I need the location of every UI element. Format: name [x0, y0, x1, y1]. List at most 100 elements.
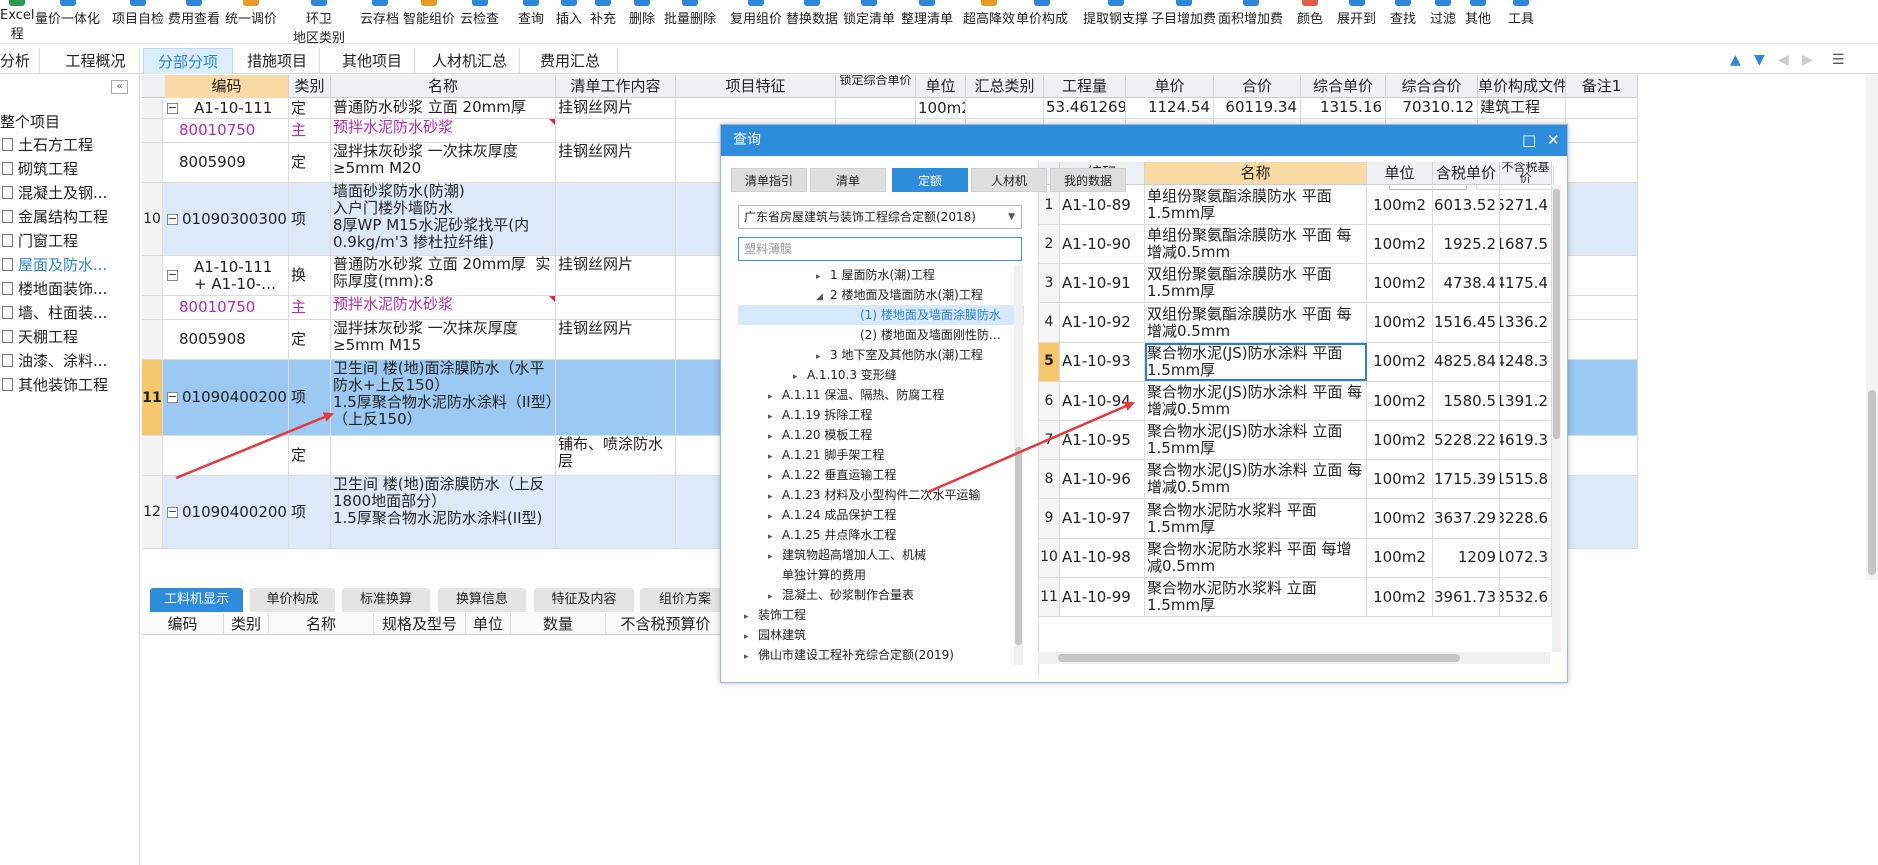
- tree-item-6[interactable]: 楼地面装饰...: [2, 278, 107, 299]
- quota-row[interactable]: 9 A1-10-97 聚合物水泥防水浆料 平面 1.5mm厚 100m2 3637.29…: [1039, 499, 1553, 539]
- grid-header-7[interactable]: 汇总类别: [966, 75, 1044, 98]
- quota-cell-unit[interactable]: 100m2: [1367, 578, 1433, 616]
- grid-header-14[interactable]: 备注1: [1566, 75, 1638, 98]
- quota-cell-name[interactable]: 单组份聚氨酯涂膜防水 平面 每增减0.5mm: [1145, 225, 1367, 264]
- quota-cell-name[interactable]: 单组份聚氨酯涂膜防水 平面 1.5mm厚: [1145, 186, 1367, 224]
- main-vertical-scrollbar[interactable]: [1866, 75, 1878, 580]
- expand-arrow-icon[interactable]: ▸: [816, 267, 830, 287]
- grid-header-5[interactable]: 锁定综合单价: [836, 75, 916, 98]
- quota-tree-item[interactable]: ◢ 2 楼地面及墙面防水(潮)工程: [816, 285, 983, 305]
- quota-row[interactable]: 10 A1-10-98 聚合物水泥防水浆料 平面 每增减0.5mm 100m2 1209…: [1039, 538, 1553, 578]
- quota-grid-hscrollbar[interactable]: [1038, 652, 1550, 664]
- grid-cell-type[interactable]: 定: [289, 320, 331, 359]
- quota-tree-item[interactable]: (2) 楼地面及墙面刚性防…: [846, 325, 1001, 345]
- grid-cell-code[interactable]: 8005909: [165, 143, 289, 182]
- tab-3[interactable]: 措施项目: [235, 48, 320, 74]
- quota-cell-unit[interactable]: 100m2: [1367, 303, 1433, 342]
- quota-cell-code[interactable]: A1-10-92: [1060, 303, 1145, 342]
- toolbar-other-button[interactable]: 其他: [1465, 0, 1491, 44]
- quota-cell-unit[interactable]: 100m2: [1367, 421, 1433, 460]
- expand-arrow-icon[interactable]: ▸: [768, 467, 782, 487]
- arrow-right-icon[interactable]: ▶: [1802, 52, 1813, 68]
- quota-cell-unit[interactable]: 100m2: [1367, 382, 1433, 420]
- bottom-header-2[interactable]: 名称: [269, 613, 374, 635]
- quota-tree-item[interactable]: ▸ 1 屋面防水(潮)工程: [816, 265, 935, 285]
- tree-item-5[interactable]: 屋面及防水...: [2, 254, 107, 275]
- quota-cell-tax[interactable]: 3961.73: [1433, 578, 1500, 616]
- quota-tree-item[interactable]: ▸ 装饰工程: [744, 605, 806, 625]
- grid-cell-type[interactable]: 定: [289, 436, 331, 475]
- grid-cell-code[interactable]: −010904002002: [165, 476, 289, 548]
- grid-header-13[interactable]: 单价构成文件: [1478, 75, 1566, 98]
- toolbar-supplement-button[interactable]: 补充: [590, 0, 616, 44]
- grid-cell-blank[interactable]: [966, 99, 1044, 118]
- bottom-header-4[interactable]: 单位: [466, 613, 511, 635]
- quota-tree-item[interactable]: ▸ A.1.10.3 变形缝: [793, 365, 897, 385]
- quota-cell-notax[interactable]: 4619.3: [1500, 421, 1552, 460]
- quota-cell-unit[interactable]: 100m2: [1367, 264, 1433, 303]
- grid-cell-name[interactable]: 湿拌抹灰砂浆 一次抹灰厚度≥5mm M15: [331, 320, 556, 359]
- grid-cell-blank[interactable]: [836, 99, 916, 118]
- quota-cell-unit[interactable]: 100m2: [1367, 225, 1433, 264]
- quota-cell-code[interactable]: A1-10-91: [1060, 264, 1145, 303]
- toolbar-price-integration-button[interactable]: 量价一体化: [35, 0, 100, 44]
- quota-cell-notax[interactable]: 1687.5: [1500, 225, 1552, 264]
- grid-cell-work[interactable]: [556, 476, 676, 548]
- grid-header-1[interactable]: 类别: [289, 75, 331, 98]
- quota-cell-tax[interactable]: 1209: [1433, 538, 1500, 577]
- dialog-tab-2[interactable]: 定额: [892, 168, 968, 192]
- quota-tree-item[interactable]: ▸ A.1.23 材料及小型构件二次水平运输: [768, 485, 980, 505]
- grid-header-10[interactable]: 合价: [1214, 75, 1301, 98]
- quota-cell-tax[interactable]: 1580.5: [1433, 382, 1500, 420]
- toolbar-adjust-price-button[interactable]: 统一调价: [225, 0, 277, 44]
- grid-cell-code[interactable]: − A1-10-111: [165, 99, 289, 118]
- quota-cell-unit[interactable]: 100m2: [1367, 186, 1433, 224]
- grid-cell-type[interactable]: 定: [289, 99, 331, 118]
- quota-tree-item[interactable]: ▸ 建筑物超高增加人工、机械: [768, 545, 926, 565]
- toolbar-steel-support-button[interactable]: 提取钢支撑: [1083, 0, 1148, 44]
- grid-cell-type[interactable]: 定: [289, 143, 331, 182]
- expand-arrow-icon[interactable]: ▸: [816, 347, 830, 367]
- quota-cell-code[interactable]: A1-10-96: [1060, 460, 1145, 499]
- tree-item-3[interactable]: 金属结构工程: [2, 206, 108, 227]
- quota-tree-item[interactable]: ▸ 佛山市建设工程补充综合定额(2019): [744, 645, 954, 665]
- tree-item-4[interactable]: 门窗工程: [2, 230, 78, 251]
- quota-tree-item[interactable]: ▸ 混凝土、砂浆制作合量表: [768, 585, 914, 605]
- expand-arrow-icon[interactable]: ▸: [768, 487, 782, 507]
- bottom-header-1[interactable]: 类别: [224, 613, 269, 635]
- grid-header-4[interactable]: 项目特征: [676, 75, 836, 98]
- quota-cell-notax[interactable]: 1515.8: [1500, 460, 1552, 499]
- grid-cell-name[interactable]: 预拌水泥防水砂浆: [331, 296, 556, 319]
- grid-cell-code[interactable]: 8005908: [165, 320, 289, 359]
- grid-cell-work[interactable]: 挂钢丝网片: [556, 256, 676, 295]
- tab-1[interactable]: 工程概况: [52, 48, 140, 74]
- toolbar-batch-delete-button[interactable]: 批量删除: [664, 0, 716, 44]
- quota-row[interactable]: 4 A1-10-92 双组份聚氨酯涂膜防水 平面 每增减0.5mm 100m2 1516…: [1039, 303, 1553, 343]
- toolbar-cloud-archive-button[interactable]: 云存档: [360, 0, 399, 44]
- toolbar-expand-to-button[interactable]: 展开到: [1337, 0, 1376, 44]
- grid-cell-type[interactable]: 项: [289, 360, 331, 435]
- expand-arrow-icon[interactable]: ▸: [793, 367, 807, 387]
- grid-cell-name[interactable]: 普通防水砂浆 立面 20mm厚 实际厚度(mm):8: [331, 256, 556, 295]
- quota-row[interactable]: 3 A1-10-91 双组份聚氨酯涂膜防水 平面 1.5mm厚 100m2 4738.4…: [1039, 264, 1553, 304]
- bottom-header-3[interactable]: 规格及型号: [374, 613, 466, 635]
- grid-cell-work[interactable]: 挂钢丝网片: [556, 320, 676, 359]
- tree-item-7[interactable]: 墙、柱面装...: [2, 302, 107, 323]
- bottom-tab-0[interactable]: 工料机显示: [150, 588, 243, 612]
- toolbar-region-category-button[interactable]: 环卫 地区类别: [293, 0, 345, 46]
- toolbar-find-button[interactable]: 查找: [1390, 0, 1416, 44]
- maximize-icon[interactable]: □: [1522, 125, 1536, 156]
- close-icon[interactable]: ✕: [1547, 125, 1560, 156]
- arrow-left-icon[interactable]: ◀: [1778, 52, 1789, 68]
- grid-cell-type[interactable]: 换: [289, 256, 331, 295]
- quota-cell-name[interactable]: 聚合物水泥(JS)防水涂料 平面 每增减0.5mm: [1145, 382, 1367, 420]
- expand-arrow-icon[interactable]: ▸: [744, 647, 758, 665]
- grid-header-8[interactable]: 工程量: [1044, 75, 1126, 98]
- quota-cell-tax[interactable]: 5228.22: [1433, 421, 1500, 460]
- dialog-tab-4[interactable]: 我的数据: [1050, 168, 1126, 192]
- grid-cell-type[interactable]: 项: [289, 476, 331, 548]
- quota-cell-notax[interactable]: 4175.4: [1500, 264, 1552, 303]
- quota-cell-num[interactable]: 6: [1039, 382, 1060, 420]
- toolbar-sub-item-fee-button[interactable]: 子目增加费: [1151, 0, 1216, 44]
- bottom-tab-1[interactable]: 单价构成: [250, 588, 335, 612]
